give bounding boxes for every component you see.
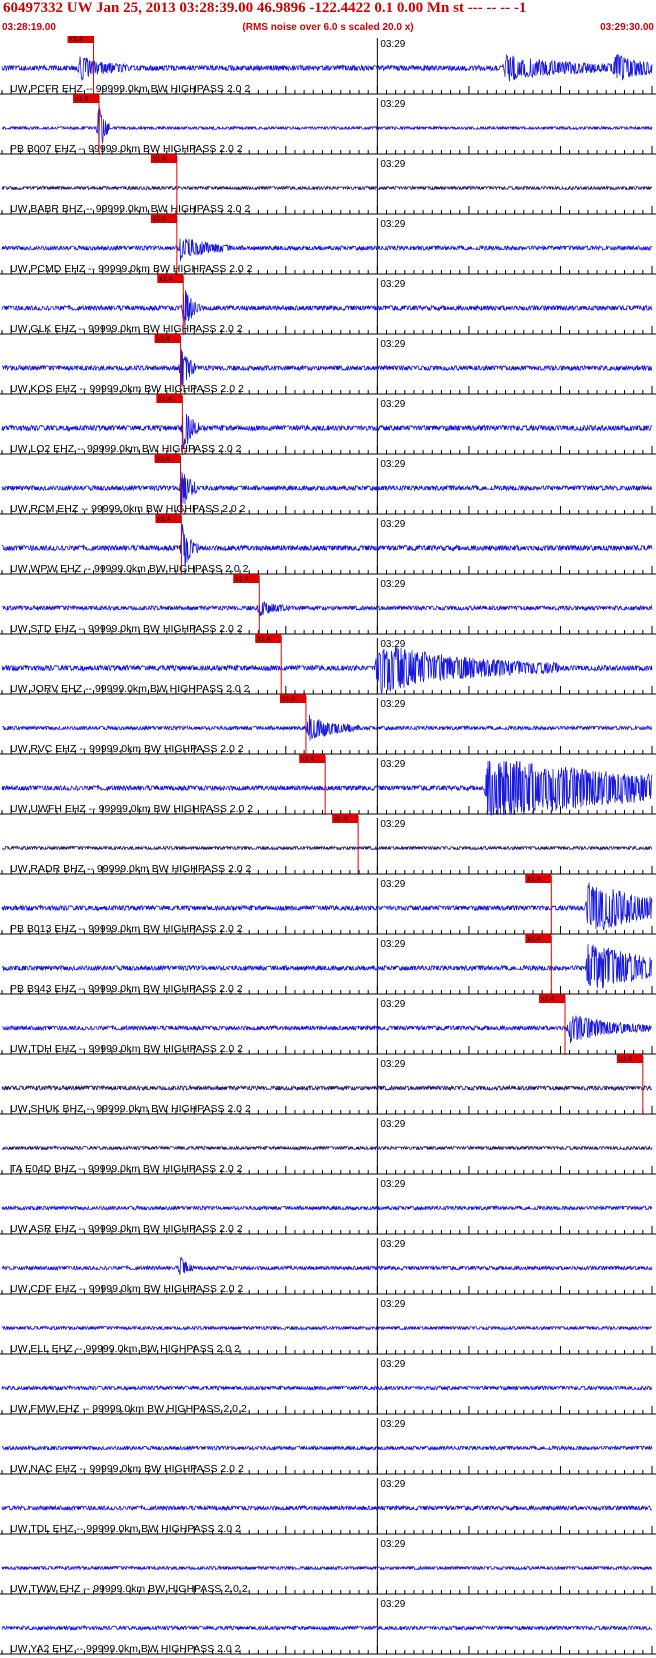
pick-label: x1.4 bbox=[257, 636, 270, 643]
plot-header: 60497332 UW Jan 25, 2013 03:28:39.00 46.… bbox=[0, 0, 656, 38]
pick-label: x1.4 bbox=[334, 816, 347, 823]
minute-label: 03:29 bbox=[380, 999, 405, 1010]
pick-label: x1.4 bbox=[301, 756, 314, 763]
minute-label: 03:29 bbox=[380, 519, 405, 530]
waveform-trace bbox=[1, 185, 653, 191]
minute-label: 03:29 bbox=[380, 1539, 405, 1550]
station-label: UW BABR BHZ -- 99999.0km BW HIGHPASS 2.0… bbox=[10, 203, 250, 215]
minute-label: 03:29 bbox=[380, 1239, 405, 1250]
minute-label: 03:29 bbox=[380, 699, 405, 710]
station-label: PB B943 EHZ -- 99999.0km BW HIGHPASS 2.0… bbox=[10, 983, 243, 995]
pick-label: x1.4 bbox=[153, 156, 166, 163]
station-label: UW PCMD EHZ -- 99999.0km BW HIGHPASS 2.0… bbox=[10, 263, 253, 275]
minute-label: 03:29 bbox=[380, 879, 405, 890]
waveform-trace bbox=[1, 349, 653, 387]
waveform-trace bbox=[1, 1015, 653, 1044]
station-label: UW GLK EHZ -- 99999.0km BW HIGHPASS 2.0 … bbox=[10, 323, 243, 335]
waveform-trace bbox=[1, 524, 653, 566]
waveform-trace bbox=[1, 1145, 653, 1151]
pick-label: x1.4 bbox=[157, 456, 170, 463]
station-label: UW STD EHZ -- 99999.0km BW HIGHPASS 2.0 … bbox=[10, 623, 243, 635]
minute-label: 03:29 bbox=[380, 1359, 405, 1370]
minute-label: 03:29 bbox=[380, 459, 405, 470]
waveform-trace bbox=[1, 714, 653, 741]
seismogram-panel: 03:29 UW PCFR EHZ -- 99999.0km BW HIGHPAS… bbox=[0, 36, 656, 1655]
station-label: UW RVC EHZ -- 99999.0km BW HIGHPASS 2.0 … bbox=[10, 743, 244, 755]
pick-label: x1.4 bbox=[541, 996, 554, 1003]
station-label: UW JORV EHZ -- 99999.0km BW HIGHPASS 2.0… bbox=[10, 683, 250, 695]
event-title: 60497332 UW Jan 25, 2013 03:28:39.00 46.… bbox=[3, 0, 527, 16]
waveform-trace bbox=[1, 601, 653, 617]
pick-label: x1.4 bbox=[75, 96, 88, 103]
station-label: UW RCM EHZ -- 99999.0km BW HIGHPASS 2.0 … bbox=[10, 503, 246, 515]
pick-label: x1.4 bbox=[527, 876, 540, 883]
pick-label: x1.4 bbox=[619, 1056, 632, 1063]
minute-label: 03:29 bbox=[380, 39, 405, 50]
waveform-trace bbox=[1, 1256, 653, 1276]
minute-label: 03:29 bbox=[380, 639, 405, 650]
station-label: UW TDH EHZ -- 99999.0km BW HIGHPASS 2.0 … bbox=[10, 1043, 243, 1055]
minute-label: 03:29 bbox=[380, 1059, 405, 1070]
waveform-trace bbox=[1, 238, 653, 262]
pick-label: x1.4 bbox=[157, 516, 170, 523]
minute-label: 03:29 bbox=[380, 759, 405, 770]
station-label: UW TWW EHZ -- 99999.0km BW HIGHPASS 2.0 … bbox=[10, 1583, 248, 1595]
pick-label: x1.4 bbox=[153, 216, 166, 223]
minute-label: 03:29 bbox=[380, 159, 405, 170]
pick-label: x1.4 bbox=[235, 576, 248, 583]
station-label: TA E04D BHZ -- 99999.0km BW HIGHPASS 2.0… bbox=[10, 1163, 243, 1175]
waveform-trace bbox=[1, 1565, 653, 1571]
minute-label: 03:29 bbox=[380, 579, 405, 590]
waveform-trace bbox=[1, 1504, 653, 1512]
end-time-label: 03:29:30.00 bbox=[600, 22, 654, 33]
waveform-trace bbox=[1, 944, 653, 989]
pick-label: x1.4 bbox=[159, 276, 172, 283]
minute-label: 03:29 bbox=[380, 939, 405, 950]
station-label: UW NAC EHZ -- 99999.0km BW HIGHPASS 2.0 … bbox=[10, 1463, 244, 1475]
pick-label: x1.4 bbox=[70, 36, 83, 43]
minute-label: 03:29 bbox=[380, 339, 405, 350]
station-label: PB B007 EHZ -- 99999.0km BW HIGHPASS 2.0… bbox=[10, 143, 243, 155]
minute-label: 03:29 bbox=[380, 1419, 405, 1430]
pick-label: x1.4 bbox=[158, 396, 171, 403]
waveform-trace bbox=[1, 845, 653, 851]
station-label: UW YA2 EHZ -- 99999.0km BW HIGHPASS 2.0 … bbox=[10, 1643, 241, 1655]
station-label: UW ELL EHZ -- 99999.0km BW HIGHPASS 2.0 … bbox=[10, 1343, 240, 1355]
minute-label: 03:29 bbox=[380, 1599, 405, 1610]
pick-label: x1.4 bbox=[157, 336, 170, 343]
station-label: UW KOS EHZ -- 99999.0km BW HIGHPASS 2.0 … bbox=[10, 383, 244, 395]
station-label: UW CDF EHZ -- 99999.0km BW HIGHPASS 2.0 … bbox=[10, 1283, 243, 1295]
noise-note: (RMS noise over 6.0 s scaled 20.0 x) bbox=[242, 22, 414, 33]
station-label: UW TDL EHZ -- 99999.0km BW HIGHPASS 2.0 … bbox=[10, 1523, 241, 1535]
minute-label: 03:29 bbox=[380, 1179, 405, 1190]
waveform-trace bbox=[1, 53, 653, 82]
minute-label: 03:29 bbox=[380, 1479, 405, 1490]
waveform-trace bbox=[1, 1325, 653, 1331]
station-label: UW PCFR EHZ -- 99999.0km BW HIGHPASS 2.0… bbox=[10, 83, 250, 95]
minute-label: 03:29 bbox=[380, 819, 405, 830]
station-label: UW FMW EHZ -- 99999.0km BW HIGHPASS 2.0 … bbox=[10, 1403, 247, 1415]
minute-label: 03:29 bbox=[380, 399, 405, 410]
minute-label: 03:29 bbox=[380, 1119, 405, 1130]
pick-label: x1.4 bbox=[527, 936, 540, 943]
minute-label: 03:29 bbox=[380, 279, 405, 290]
station-label: PB B013 EHZ -- 99999.0km BW HIGHPASS 2.0… bbox=[10, 923, 243, 935]
station-label: UW SHUK BHZ -- 99999.0km BW HIGHPASS 2.0… bbox=[10, 1103, 251, 1115]
waveform-trace bbox=[1, 1624, 653, 1632]
minute-label: 03:29 bbox=[380, 1299, 405, 1310]
pick-label: x1.4 bbox=[282, 696, 295, 703]
minute-label: 03:29 bbox=[380, 99, 405, 110]
station-label: UW UWFH EHZ -- 99999.0km BW HIGHPASS 2.0… bbox=[10, 803, 253, 815]
waveform-trace bbox=[1, 1204, 653, 1212]
waveform-trace bbox=[1, 1084, 653, 1092]
station-label: UW ASR EHZ -- 99999.0km BW HIGHPASS 2.0 … bbox=[10, 1223, 243, 1235]
minute-label: 03:29 bbox=[380, 219, 405, 230]
station-label: UW RADR BHZ -- 99999.0km BW HIGHPASS 2.0… bbox=[10, 863, 252, 875]
station-label: UW WPW EHZ -- 99999.0km BW HIGHPASS 2.0 … bbox=[10, 563, 249, 575]
waveform-trace bbox=[1, 1384, 653, 1392]
station-label: UW LO2 EHZ -- 99999.0km BW HIGHPASS 2.0 … bbox=[10, 443, 242, 455]
waveform-trace bbox=[1, 1444, 653, 1452]
